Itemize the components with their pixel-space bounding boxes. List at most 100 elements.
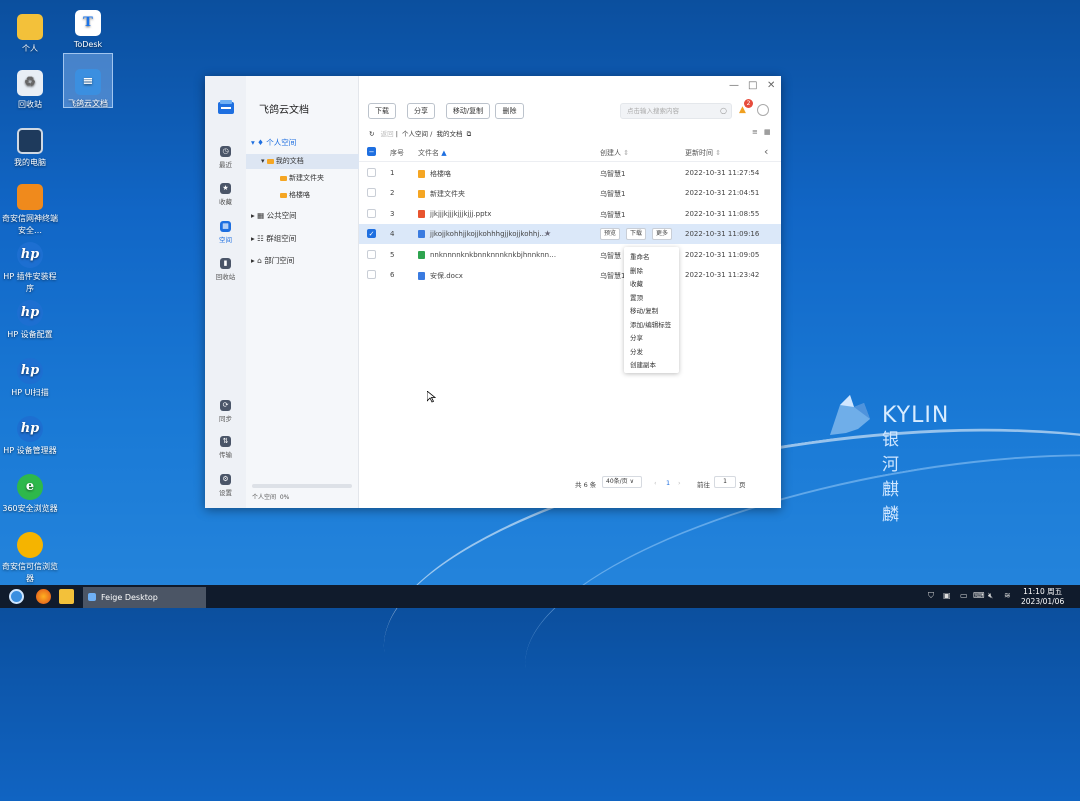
rail-item-settings[interactable]: ⚙ 设置	[205, 474, 246, 497]
row-name[interactable]: 新建文件夹	[418, 189, 465, 199]
rail-item-sync[interactable]: ⟳ 同步	[205, 400, 246, 423]
current-page[interactable]: 1	[666, 479, 670, 487]
menu-item-duplicate[interactable]: 创建副本	[630, 359, 656, 369]
tree-new-folder[interactable]: 新建文件夹	[280, 173, 324, 183]
tree-label: 新建文件夹	[289, 174, 324, 182]
network-tray-icon[interactable]: ▭	[960, 591, 968, 600]
avatar[interactable]	[757, 104, 769, 116]
menu-item-favorite[interactable]: 收藏	[630, 278, 643, 288]
row-checkbox[interactable]	[367, 209, 376, 218]
row-checkbox[interactable]	[367, 168, 376, 177]
grid-view-icon[interactable]: ▦	[764, 128, 771, 136]
breadcrumb-personal[interactable]: 个人空间	[402, 130, 428, 138]
select-all-checkbox[interactable]: −	[367, 147, 376, 156]
row-name[interactable]: nnknnnnknkbnnknnnknkbjhnnknn…	[418, 251, 556, 259]
menu-item-tags[interactable]: 添加/编辑标签	[630, 319, 671, 329]
security-tray-icon[interactable]: ⛉	[928, 591, 934, 601]
row-name[interactable]: jjkojjkohhjjkojjkohhhgjjkojjkohhj…	[418, 230, 546, 238]
row-name[interactable]: 安保.docx	[418, 271, 463, 281]
collapse-chevron-icon[interactable]: ‹	[764, 145, 768, 158]
clock[interactable]: 11:10 周五 2023/01/06	[1021, 587, 1064, 607]
menu-item-pin[interactable]: 置顶	[630, 292, 643, 302]
tree-my-docs[interactable]: ▾ 我的文档	[261, 156, 304, 166]
desktop-icon-hp-config[interactable]: hp HP 设备配置	[2, 300, 58, 341]
rail-item-favorites[interactable]: ★ 收藏	[205, 183, 246, 206]
menu-item-share[interactable]: 分享	[630, 332, 643, 342]
rail-item-transfer[interactable]: ⇅ 传输	[205, 436, 246, 459]
input-method-icon[interactable]: ⌨	[973, 591, 985, 600]
preview-button[interactable]: 预览	[600, 228, 621, 240]
share-button[interactable]: 分享	[407, 103, 435, 119]
rail-label: 同步	[219, 415, 232, 423]
star-icon[interactable]: ★	[544, 229, 551, 238]
desktop-icon-qax-browser[interactable]: 奇安信可信浏览器	[2, 532, 58, 585]
page-size-select[interactable]: 40条/页 ∨	[602, 476, 642, 488]
desktop-icon-feige[interactable]: ≡ 飞鸽云文档	[63, 53, 113, 108]
desktop-icon-qax-endpoint[interactable]: 奇安信网神终端安全…	[2, 184, 58, 237]
table-row[interactable]: 6 安保.docx 乌智慧1 2022-10-31 11:23:42	[359, 265, 781, 285]
row-checkbox[interactable]	[367, 188, 376, 197]
volume-muted-icon[interactable]: 🔇︎	[988, 591, 993, 601]
refresh-icon[interactable]: ↻	[369, 130, 374, 138]
row-name[interactable]: jjkjjjkjjjkjjjkjjj.pptx	[418, 210, 491, 218]
tree-personal-space[interactable]: ▾ ♦ 个人空间	[251, 137, 296, 148]
tree-public-space[interactable]: ▸ ▦ 公共空间	[251, 210, 297, 221]
table-header: − 序号 文件名 ▲ 创建人 ⇕ 更新时间 ⇕ ‹	[359, 144, 781, 162]
menu-item-distribute[interactable]: 分发	[630, 346, 643, 356]
desktop-icon-hp-manager[interactable]: hp HP 设备管理器	[2, 416, 58, 457]
col-updated[interactable]: 更新时间 ⇕	[685, 148, 721, 158]
desktop-icon-hp-scan[interactable]: hp HP UI扫描	[2, 358, 58, 399]
menu-item-move-copy[interactable]: 移动/复制	[630, 305, 658, 315]
row-checkbox[interactable]	[367, 270, 376, 279]
next-page-icon[interactable]: ›	[678, 479, 681, 487]
maximize-icon[interactable]: □	[748, 80, 757, 91]
table-row[interactable]: 5 nnknnnnknkbnnknnnknkbjhnnknn… 乌智慧 2022…	[359, 245, 781, 265]
sort-icon[interactable]: ≡	[752, 128, 758, 136]
wifi-icon[interactable]: ≋	[1004, 591, 1011, 600]
move-copy-button[interactable]: 移动/复制	[446, 103, 490, 119]
goto-page-input[interactable]: 1	[714, 476, 736, 488]
app-tray-icon[interactable]: ▣	[943, 591, 951, 600]
rail-item-space[interactable]: ▦ 空间	[205, 221, 246, 244]
more-button[interactable]: 更多	[652, 228, 673, 240]
breadcrumb-mydocs[interactable]: 我的文档	[436, 130, 462, 138]
table-row[interactable]: 1 格楼咯 乌智慧1 2022-10-31 11:27:54	[359, 163, 781, 183]
row-checkbox[interactable]	[367, 250, 376, 259]
start-menu-icon[interactable]	[9, 589, 24, 604]
tree-dept-space[interactable]: ▸ ⌂ 部门空间	[251, 255, 294, 266]
table-row[interactable]: 3 jjkjjjkjjjkjjjkjjj.pptx 乌智慧1 2022-10-3…	[359, 204, 781, 224]
row-checkbox[interactable]: ✓	[367, 229, 376, 238]
desktop-icon-label: 个人	[22, 44, 38, 53]
taskbar-app-feige[interactable]: Feige Desktop	[83, 587, 206, 608]
desktop-icon-trash[interactable]: ♻ 回收站	[2, 70, 58, 111]
row-download-button[interactable]: 下载	[626, 228, 647, 240]
file-manager-icon[interactable]	[59, 589, 74, 604]
table-row[interactable]: 2 新建文件夹 乌智慧1 2022-10-31 21:04:51	[359, 183, 781, 203]
col-name[interactable]: 文件名 ▲	[418, 148, 447, 158]
row-name[interactable]: 格楼咯	[418, 169, 451, 179]
desktop-icon-todesk[interactable]: T ToDesk	[60, 10, 116, 51]
close-icon[interactable]: ✕	[767, 80, 775, 91]
back-link[interactable]: 返回	[381, 130, 394, 138]
prev-page-icon[interactable]: ‹	[654, 479, 657, 487]
tree-group-space[interactable]: ▸ ☷ 群组空间	[251, 233, 296, 244]
desktop-icon-hp-plugin[interactable]: hp HP 插件安装程序	[2, 242, 58, 295]
table-row-selected[interactable]: ✓ 4 jjkojjkohhjjkojjkohhhgjjkojjkohhj… ★…	[359, 224, 781, 244]
firefox-icon[interactable]	[36, 589, 51, 604]
search-input[interactable]: 点击输入搜索内容	[620, 103, 732, 119]
desktop-icon-computer[interactable]: 我的电脑	[2, 128, 58, 169]
desktop-icon-label: 奇安信可信浏览器	[2, 562, 58, 583]
tree-gezhu[interactable]: 格楼咯	[280, 190, 310, 200]
minimize-icon[interactable]: —	[729, 80, 739, 91]
col-creator[interactable]: 创建人 ⇕	[600, 148, 629, 158]
menu-item-rename[interactable]: 重命名	[630, 251, 650, 261]
rail-item-recent[interactable]: ◷ 最近	[205, 146, 246, 169]
menu-item-delete[interactable]: 删除	[630, 265, 643, 275]
search-icon[interactable]: ○	[720, 106, 727, 115]
desktop-icon-home[interactable]: 个人	[2, 14, 58, 55]
desktop-icon-360-browser[interactable]: e 360安全浏览器	[2, 474, 58, 515]
delete-button[interactable]: 删除	[495, 103, 524, 119]
rail-item-trash[interactable]: ▮ 回收站	[205, 258, 246, 281]
copy-path-icon[interactable]: ⧉	[467, 130, 472, 138]
download-button[interactable]: 下载	[368, 103, 396, 119]
